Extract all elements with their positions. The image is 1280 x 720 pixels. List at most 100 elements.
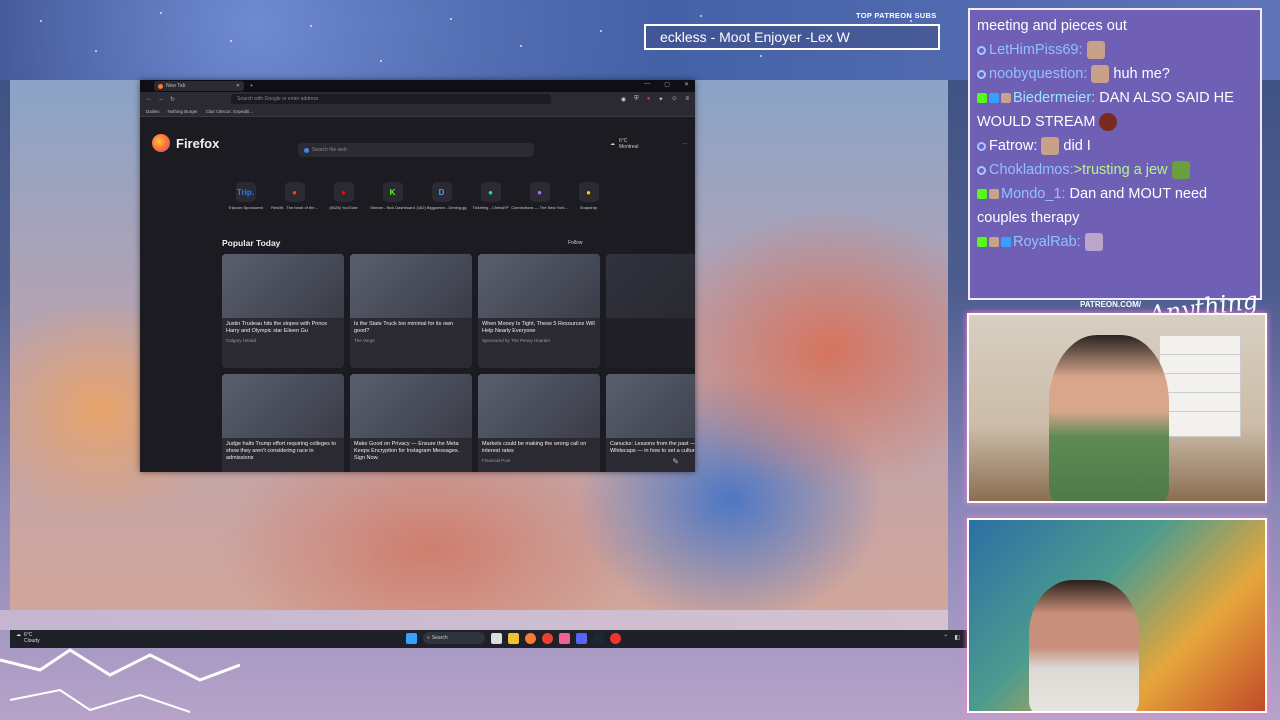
taskbar-search[interactable]: ⌕ Search — [423, 632, 485, 644]
app-icon[interactable] — [559, 632, 570, 644]
chat-message: Chokladmos:>trusting a jew — [977, 158, 1253, 182]
shortcut-tile[interactable]: D (162) Biggomen - Dexing.gg — [416, 182, 467, 210]
shortcut-tile[interactable]: ● Reddit - The heart of the... — [271, 182, 318, 210]
chat-username: Chokladmos: — [989, 162, 1074, 178]
menu-icon[interactable]: ≡ — [685, 96, 689, 103]
marquee-text: eckless - Moot Enjoyer -Lex W — [660, 29, 850, 45]
follow-button[interactable]: Follow — [568, 240, 582, 246]
star-decoration — [910, 20, 912, 22]
shield-icon[interactable]: ⛨ — [634, 96, 639, 103]
bookmark-item[interactable]: Clair Obscur: Expediti... — [206, 109, 253, 114]
shortcut-tile[interactable]: ● Connections — The New York... — [511, 182, 568, 210]
story-title: Is the State Truck too minimal for its o… — [354, 321, 454, 334]
star-decoration — [700, 15, 702, 17]
story-card[interactable]: Judge halts Trump effort requiring colle… — [222, 374, 344, 472]
star-decoration — [40, 20, 42, 22]
discord-icon[interactable] — [576, 632, 587, 644]
close-window-icon[interactable]: ✕ — [684, 81, 689, 88]
kick-badge-icon — [977, 93, 987, 104]
weather-widget[interactable]: ☁ 6°C Montreal ⋯ — [610, 138, 687, 150]
chat-username: noobyquestion: — [989, 66, 1088, 82]
story-source — [606, 455, 695, 458]
pepe-emote-icon — [1171, 161, 1190, 180]
more-options-icon[interactable]: ⋯ — [682, 141, 687, 147]
search-icon: ⌕ — [427, 635, 430, 641]
chat-message: Biedermeier: DAN ALSO SAID HE WOULD STRE… — [977, 86, 1253, 134]
firefox-taskbar-icon[interactable] — [525, 632, 536, 644]
story-thumbnail — [478, 374, 600, 438]
back-icon[interactable]: ← — [146, 96, 152, 102]
shortcut-logo-icon: K — [382, 182, 403, 202]
chevron-up-icon[interactable]: ⌃ — [943, 634, 948, 641]
shortcut-tile[interactable]: K Stream - Kick Dashboard — [370, 182, 415, 210]
browser-window[interactable]: New Tab ✕ + — ▢ ✕ ← → ↻ Search with Goog… — [140, 80, 695, 472]
tab-new-tab[interactable]: New Tab ✕ — [154, 81, 244, 91]
file-explorer-icon[interactable] — [508, 632, 519, 644]
obs-icon[interactable] — [610, 632, 621, 644]
chrome-icon[interactable] — [542, 632, 553, 644]
chat-message: meeting and pieces out — [977, 14, 1253, 38]
gift-badge-icon — [989, 237, 999, 248]
story-title: When Money Is Tight, These 5 Resources W… — [482, 321, 595, 334]
patreon-marquee: eckless - Moot Enjoyer -Lex W — [644, 24, 940, 50]
reload-icon[interactable]: ↻ — [170, 96, 175, 103]
shortcut-tile[interactable]: Trip. Tripcom Sponsored — [228, 182, 263, 210]
close-tab-icon[interactable]: ✕ — [236, 83, 240, 89]
shortcut-tile[interactable]: ● Ticketing - ChessKP — [472, 182, 509, 210]
shortcut-label: (162) Biggomen - Dexing.gg — [416, 205, 467, 210]
shortcut-label: Tripcom Sponsored — [228, 205, 263, 210]
bookmark-item[interactable]: Dailies — [146, 109, 160, 114]
person-image — [1049, 335, 1169, 501]
story-card[interactable]: Make Good on Privacy — Ensure the Meta K… — [350, 374, 472, 472]
record-icon[interactable]: ● — [647, 96, 651, 103]
new-tab-button[interactable]: + — [250, 83, 253, 89]
search-input[interactable]: Search the web — [298, 143, 534, 157]
sub-badge-icon — [989, 93, 999, 104]
taskbar-search-label: Search — [431, 635, 448, 641]
shortcut-tile[interactable]: ● (8428) YouTube — [326, 182, 361, 210]
customize-pencil-icon[interactable]: ✎ — [672, 457, 679, 466]
story-thumbnail — [606, 374, 695, 438]
webcam-streamer-2 — [967, 518, 1267, 713]
story-thumbnail — [222, 254, 344, 318]
shortcut-logo-icon: Trip. — [235, 182, 256, 202]
popular-heading: Popular Today — [222, 238, 281, 248]
story-source: The Verge — [354, 338, 375, 343]
bookmark-item[interactable]: Nothing Burger — [168, 109, 198, 114]
story-thumbnail — [350, 254, 472, 318]
url-bar[interactable]: Search with Google or enter address — [231, 94, 552, 104]
shortcut-label: Snapdrop — [579, 205, 598, 210]
gift-badge-icon — [989, 189, 999, 200]
story-card[interactable] — [606, 254, 695, 368]
face-emote-icon — [1041, 137, 1060, 156]
toolbar-extensions: ◉ ⛨ ● ✦ ☺ ≡ — [621, 96, 689, 103]
windows-start-icon[interactable] — [406, 632, 417, 644]
chat-badge-icon — [977, 165, 986, 175]
minimize-icon[interactable]: — — [644, 81, 650, 88]
extension-icon[interactable]: ◉ — [621, 96, 626, 103]
story-title: Justin Trudeau hits the slopes with Prin… — [226, 321, 328, 334]
story-source — [606, 321, 695, 324]
network-icon[interactable]: ◧ — [954, 634, 960, 641]
forward-icon[interactable]: → — [158, 96, 164, 102]
story-card[interactable]: Is the State Truck too minimal for its o… — [350, 254, 472, 368]
story-card[interactable]: Canucks: Lessons from the past — and the… — [606, 374, 695, 472]
story-card[interactable]: Markets could be making the wrong call o… — [478, 374, 600, 472]
story-title: Make Good on Privacy — Ensure the Meta K… — [354, 441, 460, 461]
story-card[interactable]: When Money Is Tight, These 5 Resources W… — [478, 254, 600, 368]
gift-badge-icon — [1001, 93, 1011, 104]
task-view-icon[interactable] — [491, 632, 502, 644]
maximize-icon[interactable]: ▢ — [664, 81, 670, 88]
puzzle-icon[interactable]: ✦ — [658, 96, 663, 103]
shortcut-tile[interactable]: ● Snapdrop — [571, 182, 606, 210]
kick-badge-icon — [977, 237, 987, 248]
account-icon[interactable]: ☺ — [671, 96, 677, 103]
chat-text: huh me? — [1113, 66, 1170, 82]
chat-username: Fatrow: — [989, 138, 1038, 154]
chat-text: did I — [1063, 138, 1091, 154]
tab-bar: New Tab ✕ + — ▢ ✕ — [140, 80, 695, 92]
steam-icon[interactable] — [593, 632, 604, 644]
story-card[interactable]: Justin Trudeau hits the slopes with Prin… — [222, 254, 344, 368]
firefox-tab-icon — [158, 83, 163, 89]
firefox-logo-icon — [152, 134, 170, 152]
